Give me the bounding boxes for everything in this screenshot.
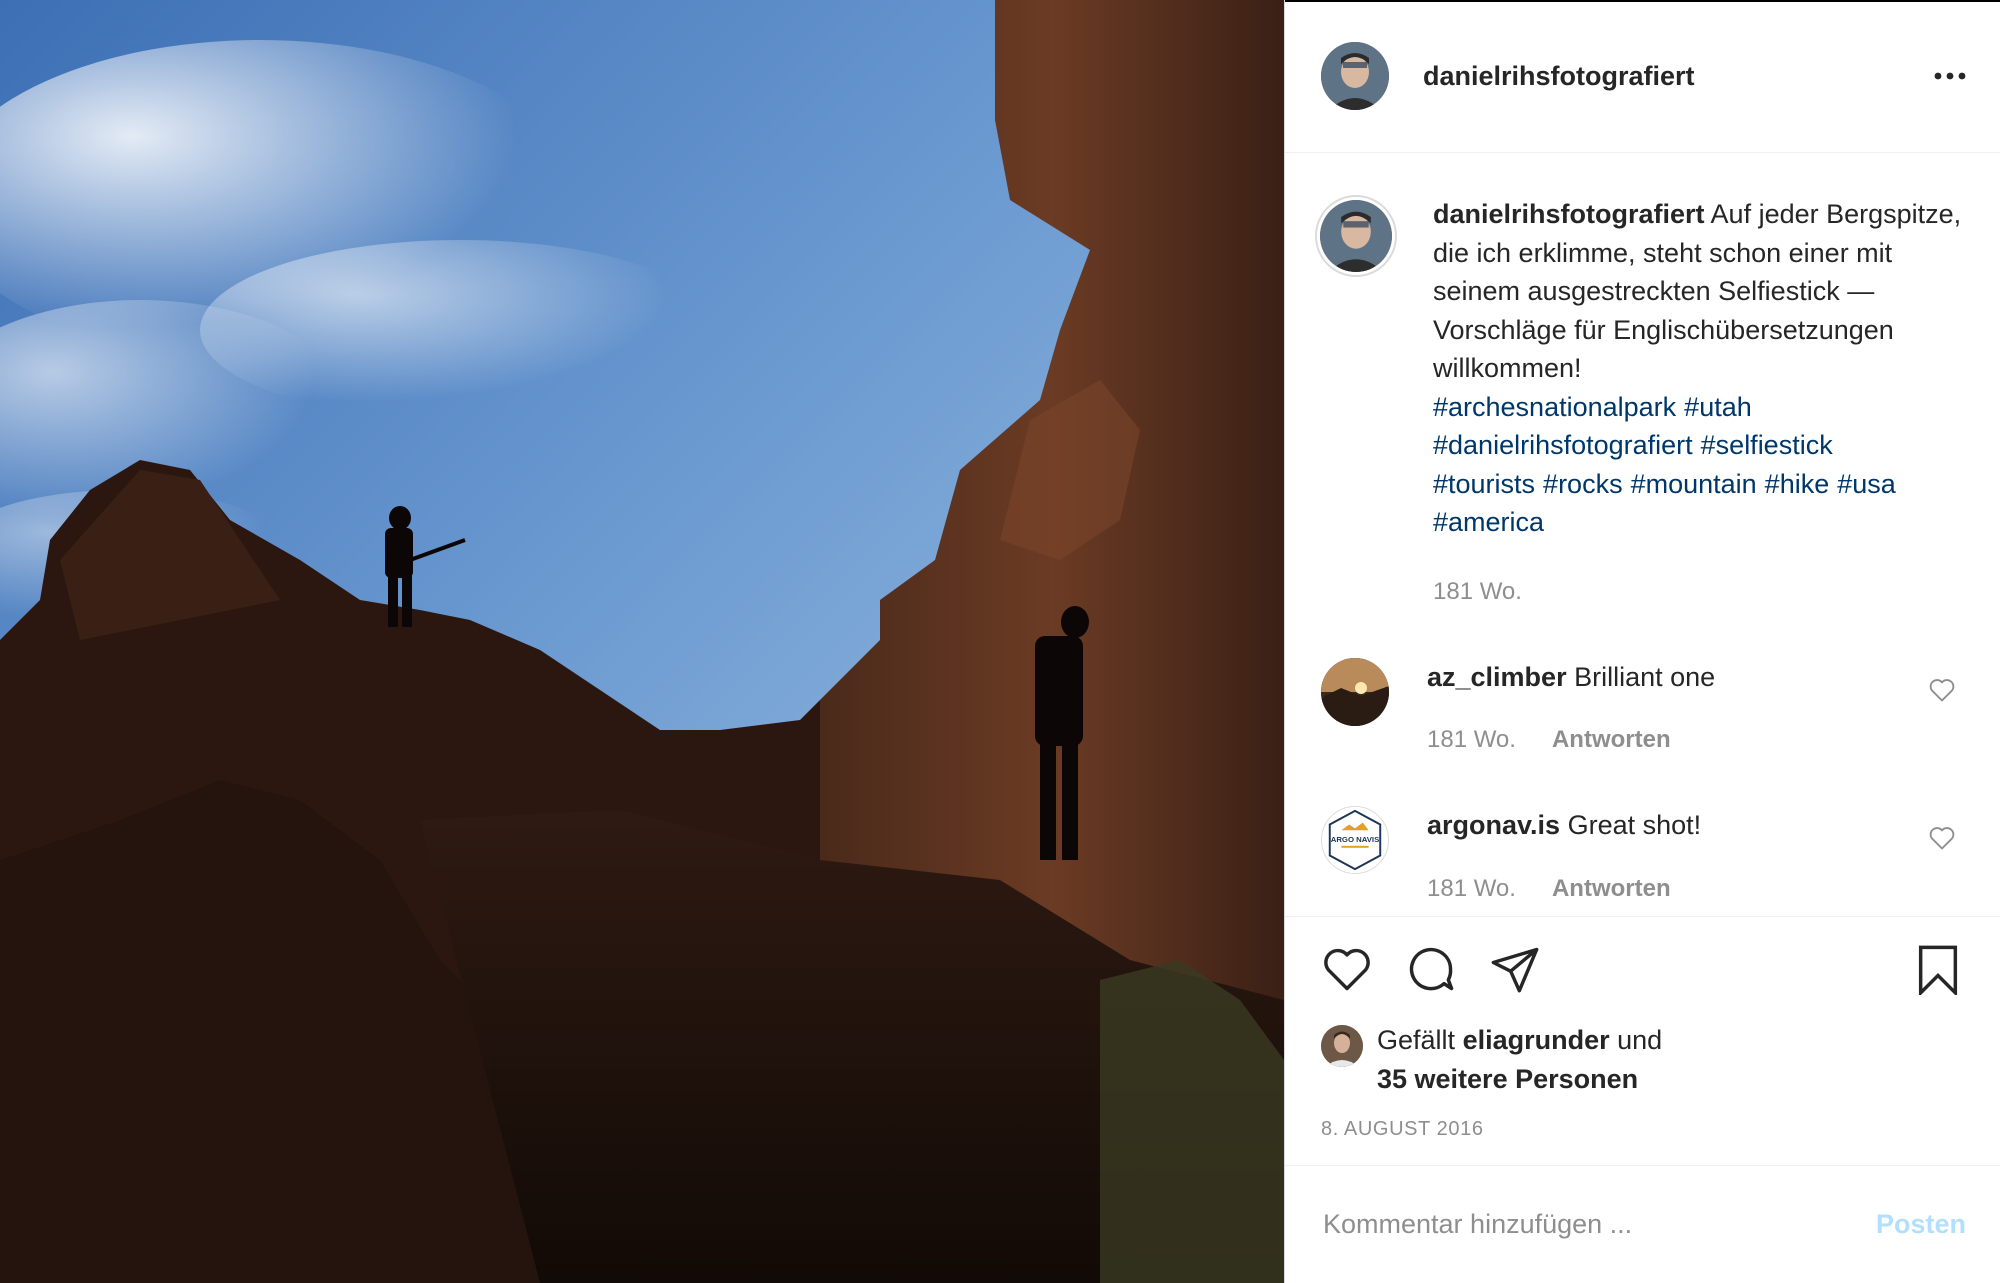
reply-button[interactable]: Antworten <box>1552 875 1671 903</box>
caption: danielrihsfotografiert Auf jeder Bergspi… <box>1315 195 1970 606</box>
heart-icon[interactable] <box>1928 824 1956 852</box>
comment-text: argonav.is Great shot! <box>1427 806 1970 845</box>
hashtag[interactable]: #usa <box>1837 469 1896 499</box>
likes-others-link[interactable]: 35 weitere Personen <box>1377 1064 1638 1094</box>
caption-username[interactable]: danielrihsfotografiert <box>1433 199 1705 229</box>
hashtag-list: #archesnationalpark #utah #danielrihsfoto… <box>1433 388 1970 542</box>
likes-prefix: Gefällt <box>1377 1025 1456 1055</box>
add-comment-bar: Posten <box>1285 1165 2000 1283</box>
hashtag[interactable]: #rocks <box>1543 469 1623 499</box>
comment-body: Great shot! <box>1567 810 1702 840</box>
hashtag[interactable]: #america <box>1433 507 1544 537</box>
comment-input[interactable] <box>1321 1208 1876 1241</box>
post-header: danielrihsfotografiert <box>1285 0 2000 153</box>
post-actions: Gefällt eliagrunder und 35 weitere Perso… <box>1285 916 2000 1141</box>
argo-navis-logo-text: ARGO NAVIS <box>1331 835 1380 844</box>
hashtag[interactable]: #mountain <box>1631 469 1757 499</box>
heart-icon[interactable] <box>1928 676 1956 704</box>
comment-timestamp[interactable]: 181 Wo. <box>1427 875 1516 903</box>
post-photo[interactable] <box>0 0 1284 1283</box>
caption-avatar <box>1320 200 1392 272</box>
comment-item: ARGO NAVIS argonav.is Great shot! 181 Wo… <box>1315 806 1970 903</box>
action-icon-row <box>1321 917 1970 1021</box>
likes-text: Gefällt eliagrunder und 35 weitere Perso… <box>1377 1021 1662 1098</box>
hashtag[interactable]: #selfiestick <box>1701 430 1833 460</box>
post-side-panel: danielrihsfotografiert danielrihsfotogra… <box>1284 0 2000 1283</box>
more-horizontal-icon[interactable] <box>1930 56 1970 96</box>
comment-timestamp[interactable]: 181 Wo. <box>1427 726 1516 754</box>
liker-avatar[interactable] <box>1321 1025 1363 1067</box>
likes-connector: und <box>1617 1025 1663 1055</box>
comment-meta: 181 Wo. Antworten <box>1427 726 1970 754</box>
author-avatar[interactable] <box>1321 42 1389 110</box>
landscape-image <box>0 0 1284 1283</box>
comment-username[interactable]: az_climber <box>1427 662 1567 692</box>
author-username[interactable]: danielrihsfotografiert <box>1423 61 1930 92</box>
comment-item: az_climber Brilliant one 181 Wo. Antwort… <box>1315 657 1970 755</box>
paper-plane-icon[interactable] <box>1489 943 1541 995</box>
hashtag[interactable]: #hike <box>1765 469 1830 499</box>
comment-body: Brilliant one <box>1574 661 1716 692</box>
post-comment-button[interactable]: Posten <box>1876 1209 1966 1240</box>
reply-button[interactable]: Antworten <box>1552 726 1671 754</box>
post-date[interactable]: 8. AUGUST 2016 <box>1321 1118 1970 1141</box>
commenter-avatar[interactable]: ARGO NAVIS <box>1321 806 1389 874</box>
caption-timestamp[interactable]: 181 Wo. <box>1433 578 1522 606</box>
caption-meta: 181 Wo. <box>1433 578 1970 606</box>
liker-username[interactable]: eliagrunder <box>1463 1025 1610 1055</box>
hashtag[interactable]: #utah <box>1684 392 1752 422</box>
caption-text: danielrihsfotografiert Auf jeder Bergspi… <box>1433 195 1970 388</box>
heart-icon[interactable] <box>1321 943 1373 995</box>
comment-meta: 181 Wo. Antworten <box>1427 875 1970 903</box>
bookmark-icon[interactable] <box>1912 943 1964 995</box>
comment-text: az_climber Brilliant one <box>1427 658 1970 697</box>
commenter-avatar[interactable] <box>1321 657 1389 726</box>
likes-summary: Gefällt eliagrunder und 35 weitere Perso… <box>1321 1021 1970 1098</box>
caption-avatar-ring[interactable] <box>1315 195 1397 277</box>
hashtag[interactable]: #tourists <box>1433 469 1535 499</box>
comments-list[interactable]: danielrihsfotografiert Auf jeder Bergspi… <box>1285 153 2000 916</box>
top-divider <box>1285 0 2000 2</box>
comment-username[interactable]: argonav.is <box>1427 810 1560 840</box>
hashtag[interactable]: #danielrihsfotografiert <box>1433 430 1693 460</box>
hashtag[interactable]: #archesnationalpark <box>1433 392 1676 422</box>
comment-bubble-icon[interactable] <box>1405 943 1457 995</box>
